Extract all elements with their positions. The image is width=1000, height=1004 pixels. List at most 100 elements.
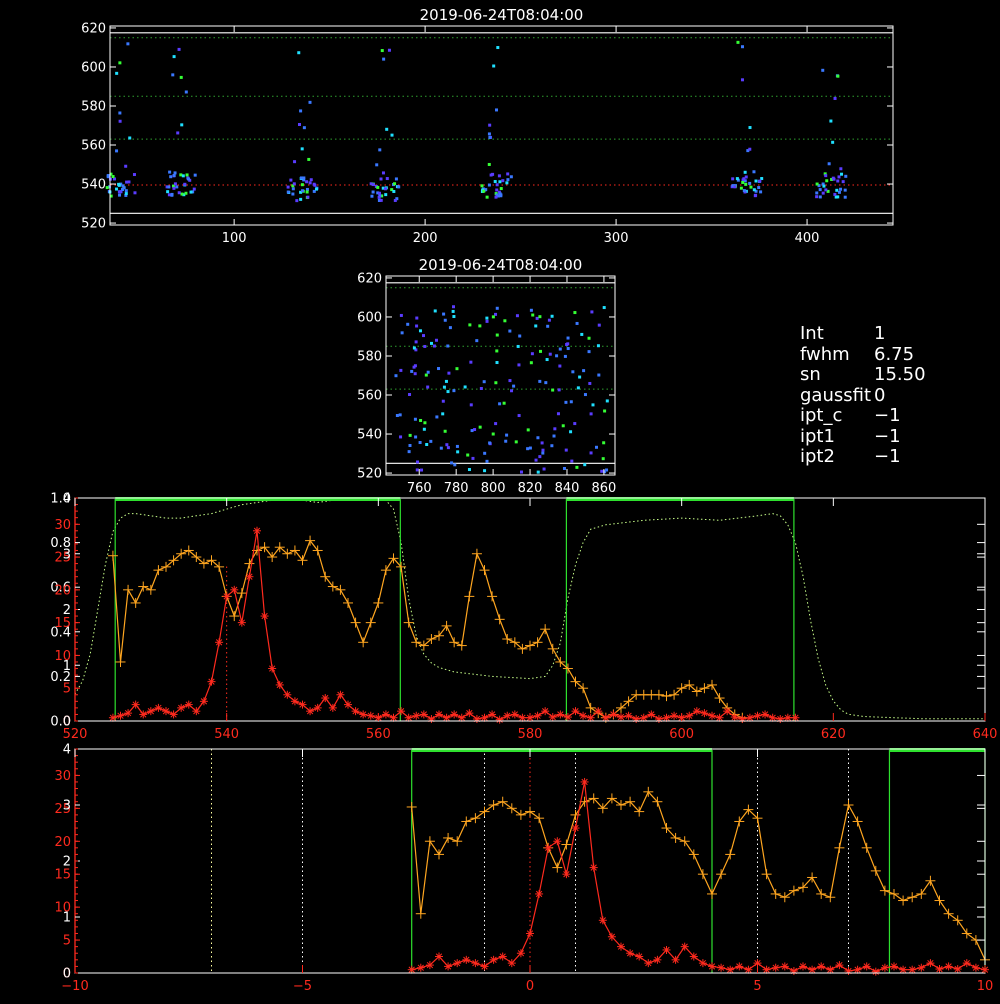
scatter-point	[118, 119, 122, 123]
scatter-point	[126, 42, 130, 46]
scatter-points	[105, 40, 848, 203]
scatter-point	[435, 415, 439, 419]
y-tick-label: 540	[81, 178, 106, 193]
scatter-point	[297, 122, 301, 126]
scatter-point	[534, 458, 538, 462]
scatter-point	[498, 180, 502, 184]
scatter-point	[426, 370, 430, 374]
scatter-point	[602, 441, 606, 445]
scatter-point	[439, 446, 443, 450]
scatter-point	[397, 185, 401, 189]
scatter-point	[588, 381, 592, 385]
scatter-point	[504, 439, 508, 443]
scatter-point	[498, 192, 502, 196]
scatter-point	[410, 369, 414, 373]
scatter-point	[515, 314, 519, 318]
scatter-point	[551, 388, 555, 392]
scatter-point	[548, 352, 552, 356]
scatter-point	[118, 193, 122, 197]
scatter-point	[731, 177, 735, 181]
scatter-point	[487, 132, 491, 136]
scatter-point	[583, 393, 587, 397]
scatter-point	[827, 162, 831, 166]
scatter-point	[434, 338, 438, 342]
scatter-point	[495, 183, 499, 187]
y-tick-label: 3	[63, 547, 71, 562]
y-tick-label: 1	[63, 911, 71, 926]
chart-title: 2019-06-24T08:04:00	[420, 6, 584, 24]
scatter-point	[485, 195, 489, 199]
scatter-point	[172, 174, 176, 178]
x-tick-label: 0	[526, 979, 534, 994]
scatter-point	[822, 184, 826, 188]
scatter-point	[829, 119, 833, 123]
param-row: gaussfit 0	[800, 385, 926, 407]
x-tick-label: 600	[669, 727, 694, 742]
scatter-point	[292, 182, 296, 186]
x-tick-label: 840	[555, 481, 580, 496]
scatter-panel-overview: 2019-06-24T08:04:00 520 540 560 580 600 620 100…	[81, 6, 894, 246]
x-tick-label: −5	[293, 979, 312, 994]
scatter-point	[562, 466, 566, 470]
scatter-point	[168, 170, 172, 174]
scatter-point	[453, 463, 457, 467]
scatter-point	[291, 192, 295, 196]
scatter-point	[124, 189, 128, 193]
scatter-point	[305, 190, 309, 194]
param-value: −1	[874, 425, 901, 447]
scatter-point	[173, 171, 177, 175]
scatter-point	[514, 440, 518, 444]
scatter-point	[733, 185, 737, 189]
chart-title: 2019-06-24T08:04:00	[419, 256, 583, 274]
scatter-point	[379, 177, 383, 181]
x-tick-label: 10	[977, 979, 994, 994]
scatter-point	[443, 429, 447, 433]
y-tick-label: 540	[357, 428, 382, 443]
scatter-point	[576, 386, 580, 390]
scatter-point	[519, 470, 523, 474]
scatter-point	[181, 174, 185, 178]
y-tick-label: 520	[357, 467, 382, 482]
scatter-point	[437, 367, 441, 371]
scatter-point	[495, 333, 499, 337]
scatter-point	[478, 324, 482, 328]
scatter-point	[589, 451, 593, 455]
scatter-point	[414, 435, 418, 439]
scatter-point	[297, 51, 301, 55]
scatter-point	[501, 179, 505, 183]
fit-parameters-panel: Int 1 fwhm 6.75 sn 15.50 gaussfit 0 ipt_c −1 ipt1−…	[800, 323, 926, 468]
scatter-point	[536, 436, 540, 440]
scatter-point	[587, 350, 591, 354]
scatter-point	[299, 109, 303, 113]
scatter-point	[193, 173, 197, 177]
y-tick-label: 620	[357, 271, 382, 286]
scatter-point	[743, 170, 747, 174]
scatter-point	[308, 100, 312, 104]
scatter-point	[382, 57, 386, 61]
param-value: 1	[874, 323, 886, 344]
scatter-point	[469, 403, 473, 407]
scatter-point	[370, 194, 374, 198]
scatter-point	[468, 323, 472, 327]
scatter-point	[184, 90, 188, 94]
scatter-point	[482, 380, 486, 384]
stage: 2019-06-24T08:04:00 520 540 560 580 600 620 100…	[0, 0, 1000, 1000]
scatter-point	[833, 192, 837, 196]
scatter-point	[378, 148, 382, 152]
scatter-point	[605, 468, 609, 472]
scatter-point	[381, 171, 385, 175]
scatter-point	[494, 195, 498, 199]
scatter-point	[564, 448, 568, 452]
scatter-point	[590, 310, 594, 314]
scatter-point	[498, 402, 502, 406]
scatter-point	[433, 309, 437, 313]
param-value: −1	[874, 405, 901, 426]
scatter-point	[843, 188, 847, 192]
scatter-point	[837, 190, 841, 194]
scatter-point	[306, 195, 310, 199]
scatter-point	[452, 389, 456, 393]
scatter-point	[180, 123, 184, 127]
scatter-point	[416, 460, 420, 464]
scatter-point	[516, 344, 520, 348]
param-name: fwhm	[800, 343, 850, 365]
